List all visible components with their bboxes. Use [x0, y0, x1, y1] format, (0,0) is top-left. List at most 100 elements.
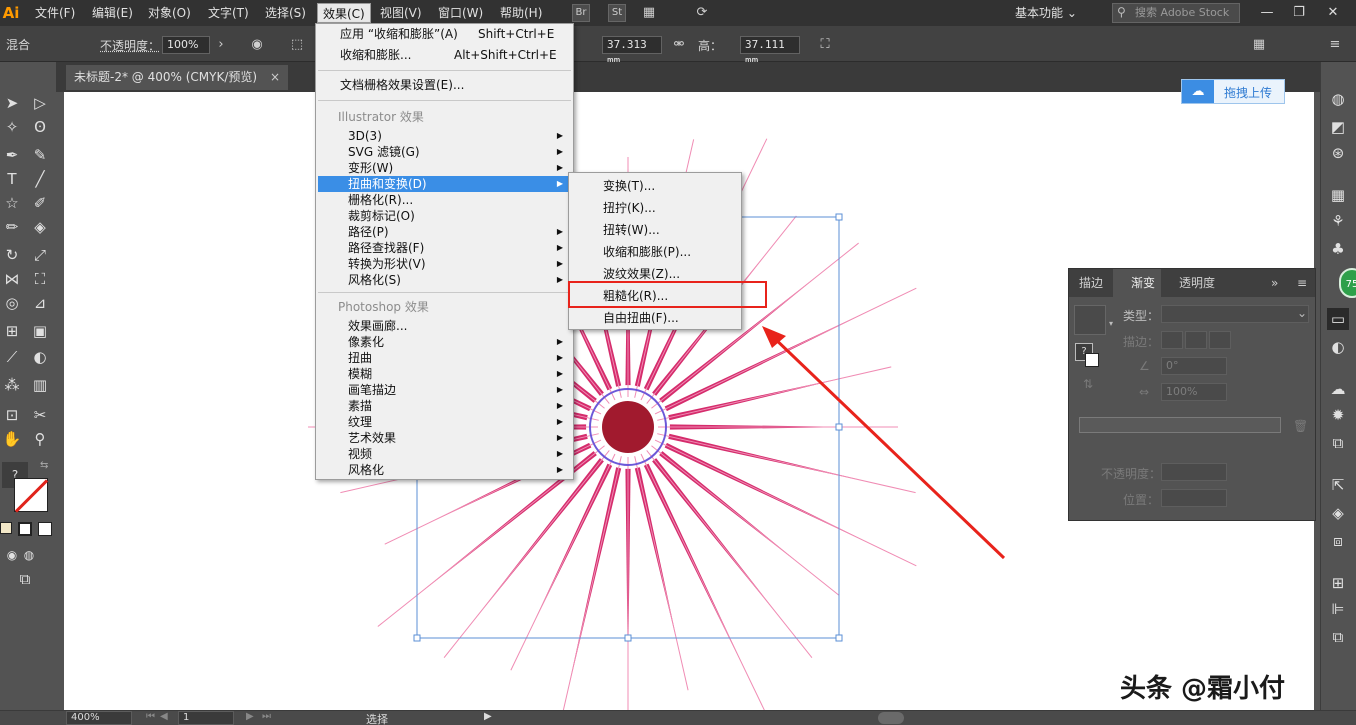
- close-icon[interactable]: ✕: [1320, 3, 1346, 23]
- symbol-sprayer-icon[interactable]: ⁂: [1, 374, 23, 396]
- zoom-tool-icon[interactable]: ⚲: [29, 428, 51, 450]
- stock-search-input[interactable]: 搜索 Adobe Stock: [1112, 3, 1240, 23]
- submenu-item-pucker-bloat[interactable]: 收缩和膨胀(P)...: [571, 244, 739, 260]
- menu-item-sketch[interactable]: 素描 ▶: [318, 398, 571, 414]
- menu-item-pixelate[interactable]: 像素化 ▶: [318, 334, 571, 350]
- menu-item-stylize[interactable]: 风格化(S) ▶: [318, 272, 571, 288]
- menu-file[interactable]: 文件(F): [30, 3, 80, 23]
- tab-stroke[interactable]: 描边: [1073, 269, 1109, 297]
- width-field[interactable]: 37.313 mm: [602, 36, 662, 67]
- menu-item-svg-filters[interactable]: SVG 滤镜(G) ▶: [318, 144, 571, 160]
- magic-wand-icon[interactable]: ✧: [1, 116, 23, 138]
- symbols-icon[interactable]: ♣: [1327, 238, 1349, 260]
- scale-tool-icon[interactable]: ⤢: [29, 244, 51, 266]
- menu-item-distort-transform[interactable]: 扭曲和变换(D) ▶: [318, 176, 571, 192]
- menu-item-3d[interactable]: 3D(3) ▶: [318, 128, 571, 144]
- menu-item-convert-shape[interactable]: 转换为形状(V) ▶: [318, 256, 571, 272]
- gradient-preview[interactable]: [1074, 305, 1106, 335]
- eraser-icon[interactable]: ◈: [29, 216, 51, 238]
- none-mode-icon[interactable]: [38, 522, 52, 536]
- last-page-icon[interactable]: ⏭: [262, 711, 271, 722]
- rotate-tool-icon[interactable]: ↻: [1, 244, 23, 266]
- direct-selection-tool-icon[interactable]: ▷: [29, 92, 51, 114]
- artboard-tool-icon[interactable]: ⊡: [1, 404, 23, 426]
- reverse-gradient-icon[interactable]: ⇅: [1083, 377, 1093, 391]
- tab-gradient[interactable]: 渐变: [1113, 269, 1162, 297]
- perspective-grid-icon[interactable]: ⊿: [29, 292, 51, 314]
- layers-icon[interactable]: ◈: [1327, 502, 1349, 524]
- menu-item-brush-strokes[interactable]: 画笔描边 ▶: [318, 382, 571, 398]
- menu-item-last-effect[interactable]: 收缩和膨胀... Alt+Shift+Ctrl+E: [318, 47, 571, 63]
- menu-object[interactable]: 对象(O): [143, 3, 196, 23]
- bridge-icon[interactable]: Br: [572, 4, 590, 22]
- menu-item-pathfinder[interactable]: 路径查找器(F) ▶: [318, 240, 571, 256]
- transform-icon[interactable]: ⛶: [816, 36, 834, 54]
- panel-menu-icon[interactable]: ≡: [1326, 36, 1344, 54]
- next-page-icon[interactable]: ▶: [246, 711, 254, 722]
- gradient-slider[interactable]: [1079, 417, 1281, 433]
- drag-upload-button[interactable]: ☁ 拖拽上传: [1181, 79, 1285, 104]
- restore-icon[interactable]: ❐: [1286, 3, 1312, 23]
- menu-item-rasterize[interactable]: 栅格化(R)...: [318, 192, 571, 208]
- menu-item-ps-stylize[interactable]: 风格化 ▶: [318, 462, 571, 478]
- progress-badge[interactable]: 75: [1339, 268, 1356, 298]
- color-mode-icon[interactable]: [0, 522, 12, 534]
- artboards-icon[interactable]: ⧈: [1327, 530, 1349, 552]
- lasso-icon[interactable]: ʘ: [29, 116, 51, 138]
- prev-page-icon[interactable]: ◀: [160, 711, 168, 722]
- angle-field[interactable]: 0°: [1161, 357, 1227, 375]
- align-icon[interactable]: ⬚: [288, 36, 306, 54]
- submenu-item-tweak[interactable]: 扭拧(K)...: [571, 200, 739, 216]
- menu-view[interactable]: 视图(V): [375, 3, 427, 23]
- close-tab-icon[interactable]: ×: [270, 65, 280, 90]
- width-tool-icon[interactable]: ⋈: [1, 268, 23, 290]
- shape-builder-icon[interactable]: ◎: [1, 292, 23, 314]
- document-tab[interactable]: 未标题-2* @ 400% (CMYK/预览) ×: [66, 65, 288, 90]
- graphic-styles-icon[interactable]: ⧉: [1327, 432, 1349, 454]
- height-field[interactable]: 37.111 mm: [740, 36, 800, 67]
- type-select[interactable]: [1161, 305, 1309, 323]
- export-icon[interactable]: ⇱: [1327, 474, 1349, 496]
- menu-item-apply-last[interactable]: 应用 “收缩和膨胀”(A) Shift+Ctrl+E: [318, 26, 571, 42]
- transparency-icon[interactable]: ◐: [1327, 336, 1349, 358]
- gradient-preview-chevron-icon[interactable]: ▾: [1109, 319, 1113, 328]
- line-tool-icon[interactable]: ╱: [29, 168, 51, 190]
- zoom-field[interactable]: 400%: [66, 711, 132, 725]
- swatches-icon[interactable]: ▦: [1327, 184, 1349, 206]
- tab-transparency[interactable]: 透明度: [1173, 269, 1221, 297]
- link-proportions-icon[interactable]: ⚮: [670, 36, 688, 54]
- stop-position-field[interactable]: [1161, 489, 1227, 507]
- image-trace-icon[interactable]: ⊛: [1327, 142, 1349, 164]
- gradient-panel-icon[interactable]: ▭: [1327, 308, 1349, 330]
- menu-window[interactable]: 窗口(W): [433, 3, 488, 23]
- page-field[interactable]: 1: [178, 711, 234, 725]
- arrange-icon[interactable]: ▦: [1250, 36, 1268, 54]
- collapse-icon[interactable]: »: [1265, 269, 1284, 297]
- selection-tool-icon[interactable]: ➤: [1, 92, 23, 114]
- opacity-field[interactable]: 100%: [162, 36, 210, 54]
- menu-item-path[interactable]: 路径(P) ▶: [318, 224, 571, 240]
- gpu-performance-icon[interactable]: ⟳: [693, 4, 711, 22]
- eyedropper-icon[interactable]: ⟋: [1, 346, 23, 368]
- menu-select[interactable]: 选择(S): [260, 3, 311, 23]
- workspace-switcher[interactable]: 基本功能 ⌄: [1015, 3, 1077, 23]
- arrange-documents-icon[interactable]: ▦: [640, 4, 658, 22]
- stock-icon[interactable]: St: [608, 4, 626, 22]
- menu-item-ps-distort[interactable]: 扭曲 ▶: [318, 350, 571, 366]
- gradient-mode-icon[interactable]: [18, 522, 32, 536]
- hand-tool-icon[interactable]: ✋: [1, 428, 23, 450]
- star-tool-icon[interactable]: ☆: [1, 192, 23, 214]
- draw-behind-icon[interactable]: ◍: [18, 544, 40, 566]
- curvature-tool-icon[interactable]: ✎: [29, 144, 51, 166]
- fill-stroke-icon[interactable]: [1085, 353, 1099, 367]
- gradient-tool-icon[interactable]: ▣: [29, 320, 51, 342]
- type-tool-icon[interactable]: T: [1, 168, 23, 190]
- appearance-icon[interactable]: ✹: [1327, 404, 1349, 426]
- menu-item-effect-gallery[interactable]: 效果画廊...: [318, 318, 571, 334]
- menu-item-texture[interactable]: 纹理 ▶: [318, 414, 571, 430]
- mesh-tool-icon[interactable]: ⊞: [1, 320, 23, 342]
- menu-item-artistic[interactable]: 艺术效果 ▶: [318, 430, 571, 446]
- screen-mode-icon[interactable]: ⧉: [14, 568, 36, 590]
- menu-help[interactable]: 帮助(H): [495, 3, 547, 23]
- submenu-item-free-distort[interactable]: 自由扭曲(F)...: [571, 310, 739, 326]
